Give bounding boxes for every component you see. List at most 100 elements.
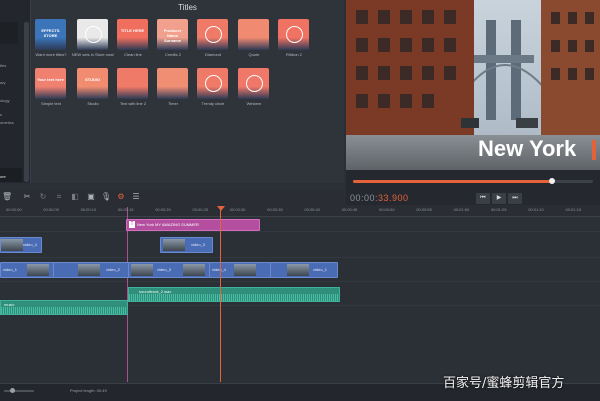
lane-separator [0, 231, 600, 232]
video-clip[interactable]: video_1 [270, 262, 338, 278]
timecode-value: 33.900 [378, 193, 409, 203]
video-clip[interactable]: video_4 [209, 262, 271, 278]
title-tile-label: Trendy circle [201, 101, 225, 106]
title-clip-icon: T [129, 221, 135, 228]
crop-icon[interactable]: ⌗ [54, 192, 64, 202]
ruler-tick: 00:01:15 [565, 207, 582, 212]
titles-panel: Titles EFFECTS STORE Want more titles? NEW… [31, 0, 344, 183]
audio-waveform [129, 294, 339, 301]
ruler-tick: 00:00:10 [80, 207, 97, 212]
clip-thumbnail [78, 264, 100, 276]
video-clip[interactable]: video_4 [0, 237, 42, 253]
title-tile[interactable] [238, 68, 269, 99]
settings-icon[interactable]: ⚙ [116, 192, 126, 202]
audio-clip[interactable]: soundtrack_2.wav [128, 287, 340, 302]
ruler-tick: 00:00:50 [379, 207, 395, 212]
clip-thumbnail [287, 264, 309, 276]
preview-controls [346, 170, 600, 210]
title-tile[interactable] [157, 68, 188, 99]
sidebar-item-titles[interactable]: tles [0, 63, 6, 68]
prev-frame-button[interactable]: ⏮ [476, 193, 490, 204]
color-icon[interactable]: ◧ [70, 192, 80, 202]
clip-label: video_4 [212, 267, 227, 272]
next-frame-button[interactable]: ⏭ [508, 193, 522, 204]
watermark: 百家号/蜜蜂剪辑官方 [443, 376, 565, 391]
play-button[interactable]: ▶ [492, 193, 506, 204]
zoom-slider[interactable] [4, 390, 34, 392]
clip-thumbnail [183, 264, 205, 276]
preview-title-overlay: New York [478, 136, 577, 161]
title-tile[interactable] [197, 19, 228, 50]
title-tile[interactable]: STUDIO [77, 68, 108, 99]
ruler-tick: 00:00:25 [192, 207, 209, 212]
title-tile-label: Western [246, 101, 262, 106]
audio-waveform [1, 307, 127, 314]
tile-art-text: EFFECTS STORE [41, 28, 60, 38]
scissors-icon[interactable]: ✂ [22, 192, 32, 202]
properties-icon[interactable]: ☰ [131, 192, 141, 202]
clip-thumbnail [27, 264, 49, 276]
titles-header: Titles [178, 3, 197, 12]
ruler-tick: 00:01:10 [528, 207, 544, 212]
preview-scrubber[interactable] [353, 178, 593, 184]
title-tile[interactable] [77, 19, 108, 50]
title-tile-label: Simple text [41, 101, 61, 106]
sidebar-item-technology[interactable]: ology [0, 98, 10, 103]
sidebar-item-cosmetics[interactable]: ometics [0, 120, 14, 125]
title-tile-label: Diamond [204, 52, 221, 57]
title-tile[interactable] [197, 68, 228, 99]
video-clip[interactable]: video_1 [0, 262, 54, 278]
sidebar-item-store[interactable]: ore [0, 174, 6, 179]
clip-label: video_1 [3, 267, 18, 272]
title-tile[interactable] [117, 68, 148, 99]
timeline-ruler[interactable]: 00:00:00 00:00:05 00:00:10 00:00:15 00:00:20… [0, 205, 600, 217]
lane-separator [0, 281, 600, 282]
ruler-tick: 00:00:30 [229, 207, 246, 212]
clip-label: video_3 [191, 242, 206, 247]
ruler-tick: 00:01:05 [490, 207, 507, 212]
trash-icon[interactable]: 🗑 [2, 192, 12, 202]
playhead-handle[interactable] [217, 206, 225, 211]
title-cursor [592, 140, 596, 160]
ruler-tick: 00:01:00 [453, 207, 470, 212]
zoom-slider-handle[interactable] [10, 388, 15, 393]
tile-art-text: STUDIO [84, 77, 101, 82]
clip-label: video_1 [313, 267, 328, 272]
title-tile[interactable]: Your text here [35, 68, 66, 99]
microphone-icon[interactable]: 🎙 [101, 192, 111, 202]
sidebar-top-item[interactable] [0, 22, 18, 44]
title-tile[interactable] [278, 19, 309, 50]
playhead[interactable] [220, 207, 221, 382]
clip-thumbnail [163, 239, 185, 251]
title-tile-label: Ribbon 2 [285, 52, 302, 57]
title-tile[interactable]: TITLE HERE [117, 19, 148, 50]
title-tile[interactable]: EFFECTS STORE [35, 19, 66, 50]
sidebar-item-s[interactable]: s [0, 112, 2, 117]
ruler-tick: 00:00:45 [341, 207, 358, 212]
project-length: Project length: 00:49 [70, 388, 107, 393]
lane-separator [0, 257, 600, 258]
ruler-tick: 00:00:05 [43, 207, 59, 212]
video-clip[interactable]: video_3 [160, 237, 213, 253]
clip-label: video_2 [106, 267, 121, 272]
timecode-prefix: 00:00: [350, 193, 379, 203]
video-clip[interactable]: video_2 [53, 262, 129, 278]
title-tile-label: Want more titles? [35, 52, 67, 57]
title-tile[interactable]: Producer Name Surname [157, 19, 188, 50]
ruler-tick: 00:00:00 [6, 207, 22, 212]
image-icon[interactable]: ▣ [86, 192, 96, 202]
tile-art-text: TITLE HERE [120, 28, 145, 33]
scrubber-progress [353, 180, 553, 183]
video-preview[interactable]: New York [346, 0, 600, 170]
ribbon-icon [286, 26, 303, 43]
title-tile[interactable] [238, 19, 269, 50]
clip-thumbnail [1, 239, 23, 251]
ruler-tick: 00:00:35 [267, 207, 283, 212]
badge-icon [85, 26, 102, 43]
rotate-icon[interactable]: ↻ [38, 192, 48, 202]
audio-clip[interactable]: music [0, 300, 128, 315]
tile-art-text: Producer Name Surname [163, 28, 182, 43]
sidebar-item-library[interactable]: ary [0, 80, 6, 85]
video-clip[interactable]: video_3 [128, 262, 210, 278]
title-clip[interactable]: T New York MY AMAZING SUMMER [126, 219, 260, 231]
